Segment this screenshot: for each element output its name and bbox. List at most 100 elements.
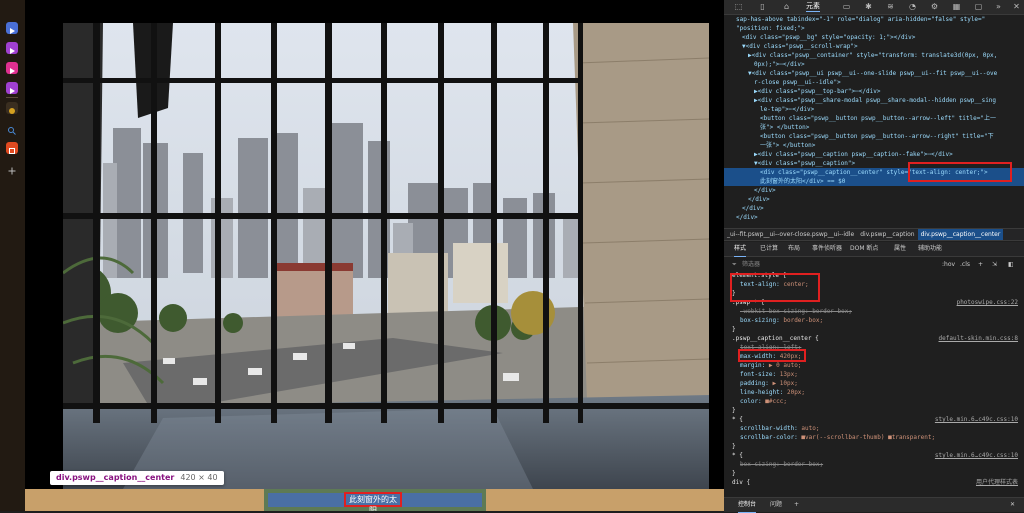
search-icon[interactable] xyxy=(6,122,18,135)
performance-icon[interactable]: ◔ xyxy=(908,2,917,11)
tab-properties[interactable]: 属性 xyxy=(894,242,906,256)
property-name[interactable]: margin: xyxy=(740,362,769,369)
hov-toggle[interactable]: :hov xyxy=(942,258,955,271)
sun-icon[interactable] xyxy=(6,102,18,114)
breadcrumb-item[interactable]: div.pswp__caption xyxy=(857,229,917,240)
property-value[interactable]: border-box; xyxy=(812,308,852,315)
css-declaration[interactable]: line-height: 20px; xyxy=(724,388,1024,397)
inspect-icon[interactable]: ⬚ xyxy=(734,2,743,11)
add-tab-button[interactable]: + xyxy=(794,498,799,512)
tab-computed[interactable]: 已计算 xyxy=(760,242,778,256)
dom-node[interactable]: sap-has-above tabindex="-1" role="dialog… xyxy=(724,15,1024,24)
property-value[interactable]: border-box; xyxy=(783,317,823,324)
property-name[interactable]: scrollbar-width: xyxy=(740,425,801,432)
tab-accessibility[interactable]: 辅助功能 xyxy=(918,242,942,256)
breadcrumb-item-active[interactable]: div.pswp__caption__center xyxy=(917,229,1004,240)
dom-node[interactable]: </div> xyxy=(724,195,1024,204)
home-icon[interactable]: ⌂ xyxy=(782,2,791,11)
tab-layout[interactable]: 布局 xyxy=(788,242,800,256)
property-value[interactable]: 20px; xyxy=(787,389,805,396)
css-rule-selector[interactable]: .pswp__caption__center {default-skin.min… xyxy=(724,334,1024,343)
add-rule-icon[interactable]: + xyxy=(978,258,983,271)
breadcrumb-item[interactable]: _ui--fit.pswp__ui--over-close.pswp__ui--… xyxy=(724,229,857,240)
stylesheet-link[interactable]: photoswipe.css:22 xyxy=(957,298,1018,307)
dom-node[interactable]: le-tap">⋯</div> xyxy=(724,105,1024,114)
application-icon[interactable]: ▢ xyxy=(974,2,983,11)
play-icon[interactable] xyxy=(6,42,18,54)
property-value[interactable]: ▶ 10px; xyxy=(773,380,798,387)
memory-icon[interactable]: ▦ xyxy=(952,2,961,11)
property-value[interactable]: ▶ 0 auto; xyxy=(769,362,802,369)
stylesheet-link[interactable]: style.min.6…c49c.css:10 xyxy=(935,415,1018,424)
css-declaration[interactable]: padding: ▶ 10px; xyxy=(724,379,1024,388)
dom-node[interactable]: ▼<div class="pswp__scroll-wrap"> xyxy=(724,42,1024,51)
play-icon[interactable] xyxy=(6,62,18,74)
stylesheet-link[interactable]: style.min.6…c49c.css:10 xyxy=(935,451,1018,460)
dom-node[interactable]: 一张"> </button> xyxy=(724,141,1024,150)
dom-node[interactable]: ▼<div class="pswp__ui pswp__ui--one-slid… xyxy=(724,69,1024,78)
window-photo[interactable] xyxy=(63,23,709,489)
dom-node[interactable]: 0px);">⋯</div> xyxy=(724,60,1024,69)
css-declaration[interactable]: -webkit-box-sizing: border-box; xyxy=(724,307,1024,316)
play-icon[interactable] xyxy=(6,82,18,94)
property-value[interactable]: ■var(--scrollbar-thumb) ■transparent; xyxy=(801,434,935,441)
property-name[interactable]: line-height: xyxy=(740,389,787,396)
css-rule-selector[interactable]: div {用户代理样式表 xyxy=(724,478,1024,487)
property-name[interactable]: font-size: xyxy=(740,371,780,378)
tab-issues[interactable]: 问题 xyxy=(770,498,782,512)
tab-styles[interactable]: 样式 xyxy=(734,242,747,257)
tab-dom-breakpoints[interactable]: DOM 断点 xyxy=(850,242,878,256)
property-name[interactable]: -webkit-box-sizing: xyxy=(740,308,812,315)
stylesheet-link[interactable]: default-skin.min.css:8 xyxy=(939,334,1018,343)
property-name[interactable]: scrollbar-color: xyxy=(740,434,801,441)
wifi-icon[interactable]: ≋ xyxy=(886,2,895,11)
css-rule-selector[interactable]: * {style.min.6…c49c.css:10 xyxy=(724,415,1024,424)
computed-toggle-icon[interactable]: ⇲ xyxy=(992,258,997,271)
dom-node[interactable]: ▶<div class="pswp__container" style="tra… xyxy=(724,51,1024,60)
css-declaration[interactable]: color: ■#ccc; xyxy=(724,397,1024,406)
dom-node[interactable]: r-close pswp__ui--idle"> xyxy=(724,78,1024,87)
dom-node[interactable]: </div> xyxy=(724,213,1024,222)
dom-node[interactable]: </div> xyxy=(724,204,1024,213)
property-name[interactable]: padding: xyxy=(740,380,773,387)
dom-node[interactable]: ▶<div class="pswp__share-modal pswp__sha… xyxy=(724,96,1024,105)
css-declaration[interactable]: box-sizing: border-box; xyxy=(724,460,1024,469)
app-icon[interactable] xyxy=(6,142,18,154)
console-icon[interactable]: ▭ xyxy=(842,2,851,11)
property-value[interactable]: border-box; xyxy=(783,461,823,468)
dom-node[interactable]: <button class="pswp__button pswp__button… xyxy=(724,114,1024,123)
dom-node[interactable]: "position: fixed;"> xyxy=(724,24,1024,33)
filter-input[interactable]: 筛选器 xyxy=(742,258,760,271)
css-declaration[interactable]: scrollbar-width: auto; xyxy=(724,424,1024,433)
play-icon[interactable] xyxy=(6,22,18,34)
plus-icon[interactable] xyxy=(6,162,18,175)
property-value[interactable]: ■#ccc; xyxy=(765,398,787,405)
css-declaration[interactable]: scrollbar-color: ■var(--scrollbar-thumb)… xyxy=(724,433,1024,442)
css-declaration[interactable]: margin: ▶ 0 auto; xyxy=(724,361,1024,370)
device-icon[interactable]: ▯ xyxy=(758,2,767,11)
more-icon[interactable]: » xyxy=(994,2,1003,11)
close-drawer-icon[interactable]: ✕ xyxy=(1010,498,1015,512)
dom-node[interactable]: </div> xyxy=(724,186,1024,195)
css-rule-selector[interactable]: * {style.min.6…c49c.css:10 xyxy=(724,451,1024,460)
dom-node[interactable]: 张"> </button> xyxy=(724,123,1024,132)
bug-icon[interactable]: ✱ xyxy=(864,2,873,11)
css-declaration[interactable]: font-size: 13px; xyxy=(724,370,1024,379)
dom-node[interactable]: ▶<div class="pswp__top-bar">⋯</div> xyxy=(724,87,1024,96)
tab-elements[interactable]: 元素 xyxy=(806,2,820,12)
dom-node[interactable]: ▶<div class="pswp__caption pswp__caption… xyxy=(724,150,1024,159)
close-icon[interactable]: ✕ xyxy=(1012,2,1021,11)
dom-node[interactable]: <button class="pswp__button pswp__button… xyxy=(724,132,1024,141)
cls-toggle[interactable]: .cls xyxy=(960,258,970,271)
property-value[interactable]: 13px; xyxy=(780,371,798,378)
tab-event-listeners[interactable]: 事件侦听器 xyxy=(812,242,842,256)
elements-tree[interactable]: sap-has-above tabindex="-1" role="dialog… xyxy=(724,15,1024,225)
sidebar-toggle-icon[interactable]: ◧ xyxy=(1008,258,1014,271)
css-declaration[interactable]: box-sizing: border-box; xyxy=(724,316,1024,325)
property-name[interactable]: color: xyxy=(740,398,765,405)
property-name[interactable]: box-sizing: xyxy=(740,317,783,324)
dom-node[interactable]: <div class="pswp__bg" style="opacity: 1;… xyxy=(724,33,1024,42)
property-name[interactable]: box-sizing: xyxy=(740,461,783,468)
stylesheet-link[interactable]: 用户代理样式表 xyxy=(976,478,1018,487)
gear-icon[interactable]: ⚙ xyxy=(930,2,939,11)
